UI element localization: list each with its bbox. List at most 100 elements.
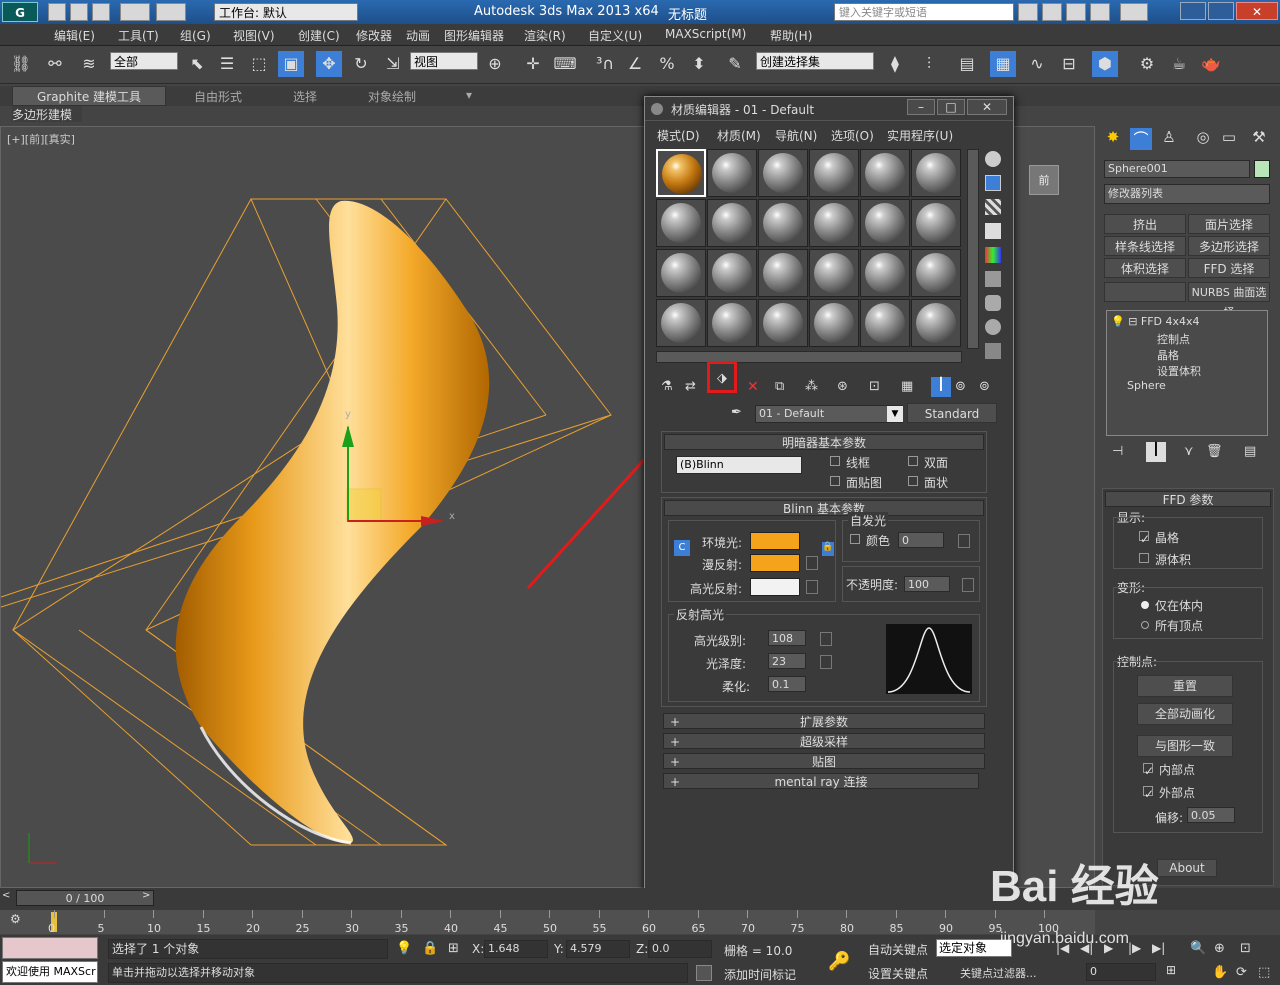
- all-vertices-radio[interactable]: [1141, 621, 1149, 629]
- menu-modifiers[interactable]: 修改器: [356, 27, 392, 44]
- sample-slot[interactable]: [758, 299, 808, 347]
- binoculars-icon[interactable]: [1018, 3, 1038, 21]
- display-tab-icon[interactable]: ▭: [1218, 128, 1240, 150]
- faceted-checkbox[interactable]: [908, 476, 918, 486]
- track-bar[interactable]: ⚙ 0 5 10 15 20 25 30 35 40 45 50 55 60 65 70 75 80 85 90 95…: [0, 910, 1095, 935]
- go-to-parent-icon[interactable]: ⊚: [955, 379, 973, 395]
- hierarchy-tab-icon[interactable]: ♙: [1158, 128, 1180, 150]
- orbit-icon[interactable]: ⟳: [1236, 965, 1247, 980]
- menu-rendering[interactable]: 渲染(R): [524, 27, 566, 44]
- select-move-icon[interactable]: ✥: [316, 51, 342, 77]
- sample-slot[interactable]: [656, 299, 706, 347]
- reset-button[interactable]: 重置: [1137, 675, 1233, 697]
- sample-slot[interactable]: [809, 149, 859, 197]
- make-unique-icon[interactable]: ⁂: [805, 379, 823, 395]
- modify-tab-icon[interactable]: ⌒: [1130, 128, 1152, 150]
- extended-params-rollout[interactable]: + 扩展参数: [663, 713, 985, 729]
- app-logo-icon[interactable]: G: [2, 2, 38, 22]
- z-coord-field[interactable]: 0.0: [648, 940, 712, 958]
- stack-item-control-points[interactable]: 控制点: [1157, 331, 1190, 347]
- graphite-toggle-icon[interactable]: ▦: [990, 51, 1016, 77]
- extrude-button[interactable]: 挤出: [1104, 214, 1186, 234]
- sample-slot[interactable]: [707, 249, 757, 297]
- animate-all-button[interactable]: 全部动画化: [1137, 703, 1233, 725]
- ribbon-tab-selection[interactable]: 选择: [293, 88, 317, 105]
- sample-slot[interactable]: [656, 199, 706, 247]
- opacity-map-button[interactable]: [962, 578, 974, 592]
- menu-views[interactable]: 视图(V): [233, 27, 275, 44]
- pivot-center-icon[interactable]: ⊕: [482, 51, 508, 77]
- opacity-value[interactable]: 100: [904, 576, 950, 592]
- pan-icon[interactable]: ✋: [1212, 965, 1228, 980]
- render-production-icon[interactable]: 🫖: [1198, 51, 1224, 77]
- patch-select-button[interactable]: 面片选择: [1188, 214, 1270, 234]
- selection-filter-dropdown[interactable]: 全部: [110, 52, 178, 70]
- help-icon[interactable]: [1120, 3, 1148, 21]
- stack-item-lattice[interactable]: 晶格: [1157, 347, 1179, 363]
- vol-select-button[interactable]: 体积选择: [1104, 258, 1186, 278]
- only-in-volume-radio[interactable]: [1141, 601, 1149, 609]
- specular-map-button[interactable]: [806, 580, 818, 594]
- layer-manager-icon[interactable]: ▤: [954, 51, 980, 77]
- maximize-viewport-icon[interactable]: ⬚: [1258, 965, 1270, 980]
- mat-menu-navigation[interactable]: 导航(N): [775, 127, 817, 144]
- undo-icon[interactable]: [120, 3, 150, 21]
- spline-select-button[interactable]: 样条线选择: [1104, 236, 1186, 256]
- mat-minimize-button[interactable]: –: [907, 99, 935, 115]
- maps-rollout[interactable]: + 贴图: [663, 753, 985, 769]
- stack-item-sphere[interactable]: Sphere: [1127, 379, 1166, 392]
- time-slider-next[interactable]: >: [142, 890, 154, 906]
- time-tag-icon[interactable]: [696, 965, 712, 981]
- material-map-navigator-icon[interactable]: [985, 343, 1001, 359]
- sample-type-icon[interactable]: [985, 151, 1001, 167]
- sample-slot[interactable]: [911, 149, 961, 197]
- show-end-result-stack-icon[interactable]: ┃: [1146, 442, 1166, 462]
- menu-animation[interactable]: 动画: [406, 27, 430, 44]
- glossiness-value[interactable]: 23: [768, 653, 806, 669]
- mat-menu-mode[interactable]: 模式(D): [657, 127, 700, 144]
- configure-modifier-sets-icon[interactable]: ▤: [1244, 444, 1256, 459]
- about-button[interactable]: About: [1157, 859, 1217, 877]
- rotate-icon[interactable]: ↻: [348, 51, 374, 77]
- mat-close-button[interactable]: ✕: [967, 99, 1007, 115]
- sample-slot[interactable]: [656, 249, 706, 297]
- ambient-color-swatch[interactable]: [750, 532, 800, 550]
- angle-snap-icon[interactable]: ∠: [622, 51, 648, 77]
- self-illum-value[interactable]: 0: [898, 532, 944, 548]
- spec-level-map-button[interactable]: [820, 632, 832, 646]
- material-editor-titlebar[interactable]: 材质编辑器 - 01 - Default – □ ✕: [645, 97, 1013, 121]
- go-to-end-icon[interactable]: ▶|: [1152, 941, 1165, 955]
- window-crossing-icon[interactable]: ▣: [278, 51, 304, 77]
- time-slider-prev[interactable]: <: [2, 890, 14, 906]
- backlight-icon[interactable]: [985, 175, 1001, 191]
- x-coord-field[interactable]: 1.648: [484, 940, 548, 958]
- ffd-select-button[interactable]: FFD 选择: [1188, 258, 1270, 278]
- mirror-icon[interactable]: ⧫: [882, 51, 908, 77]
- sample-slot[interactable]: [860, 249, 910, 297]
- spec-level-value[interactable]: 108: [768, 630, 806, 646]
- menu-edit[interactable]: 编辑(E): [54, 27, 95, 44]
- sample-slot[interactable]: [707, 199, 757, 247]
- glossiness-map-button[interactable]: [820, 655, 832, 669]
- menu-graph-editors[interactable]: 图形编辑器: [444, 27, 504, 44]
- mat-menu-material[interactable]: 材质(M): [717, 127, 761, 144]
- communication-center-icon[interactable]: [1042, 3, 1062, 21]
- material-name-dropdown-arrow[interactable]: ▼: [887, 406, 903, 422]
- curve-editor-icon[interactable]: ∿: [1024, 51, 1050, 77]
- menu-customize[interactable]: 自定义(U): [588, 27, 642, 44]
- material-id-channel-icon[interactable]: ⊡: [869, 379, 887, 395]
- sample-slot[interactable]: [707, 299, 757, 347]
- key-filters-button[interactable]: 关键点过滤器...: [960, 965, 1037, 981]
- sample-slot[interactable]: [911, 199, 961, 247]
- make-unique-stack-icon[interactable]: ⋎: [1184, 444, 1194, 459]
- select-object-icon[interactable]: ⬉: [184, 51, 210, 77]
- ffd-params-header[interactable]: FFD 参数: [1105, 491, 1271, 507]
- sample-slot[interactable]: [860, 199, 910, 247]
- sample-slot[interactable]: [809, 299, 859, 347]
- mat-maximize-button[interactable]: □: [937, 99, 965, 115]
- named-selection-set-dropdown[interactable]: 创建选择集: [756, 52, 874, 70]
- remove-modifier-icon[interactable]: 🗑: [1206, 444, 1223, 459]
- assign-material-to-selection-icon[interactable]: ⬗: [707, 361, 737, 393]
- add-time-tag[interactable]: 添加时间标记: [724, 966, 796, 983]
- object-name-field[interactable]: Sphere001: [1104, 160, 1250, 178]
